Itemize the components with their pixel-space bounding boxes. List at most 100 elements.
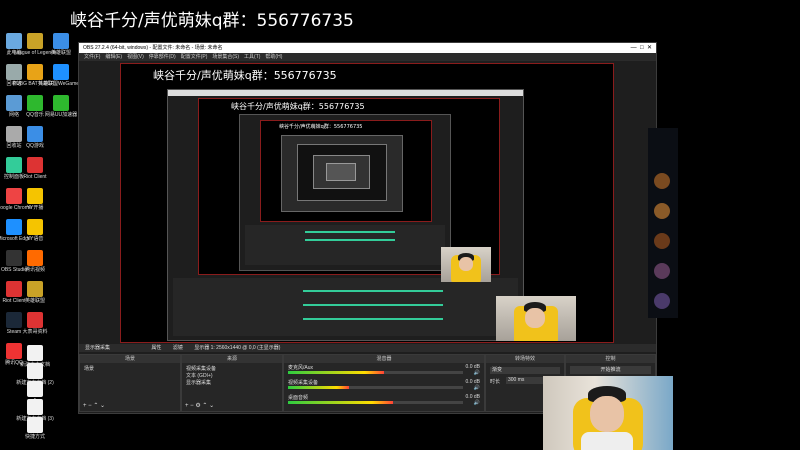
app-icon — [6, 312, 22, 328]
display-label: 显示器 1: 2560x1440 @ 0,0 (主显示器) — [194, 345, 281, 351]
desktop-icon[interactable]: 快捷方式 — [22, 417, 48, 440]
volume-meter — [288, 401, 463, 404]
desktop-icon[interactable]: 英雄联盟 — [48, 33, 74, 56]
mixer-channel-name: 麦克风/Aux — [288, 365, 314, 371]
desktop-icon-label: 网络 — [8, 112, 19, 118]
volume-meter — [288, 371, 463, 374]
desktop-icon[interactable]: YY开播 — [22, 188, 48, 211]
sources-header: 来源 — [182, 355, 282, 363]
file-icon — [27, 345, 43, 361]
menu-item[interactable]: 配置文件(P) — [181, 54, 208, 60]
source-name: 显示器采集 — [85, 345, 111, 351]
desktop-icon[interactable]: 英雄联盟WeGame版 — [38, 64, 84, 87]
mixer-channel-name: 桌面音频 — [288, 395, 309, 401]
app-icon — [6, 64, 22, 80]
app-icon — [6, 95, 22, 111]
desktop-icon-label: 回收站 — [6, 143, 22, 149]
desktop-icon[interactable]: Riot Client — [22, 157, 48, 180]
game-client-strip — [648, 128, 678, 318]
file-icon — [27, 363, 43, 379]
desktop-icon[interactable]: League of Legends — [14, 33, 56, 56]
app-icon — [6, 126, 22, 142]
desktop-icon[interactable]: 网易UU加速器 — [45, 95, 77, 118]
filters-button[interactable]: 滤镜 — [173, 345, 183, 351]
mixer-header: 混音器 — [284, 355, 484, 363]
desktop-icon-label: QQ音乐 — [26, 112, 44, 118]
menu-item[interactable]: 工具(T) — [244, 54, 260, 60]
file-icon — [27, 381, 43, 397]
overlay-title: 峡谷千分/声优萌妹q群：556776735 — [70, 11, 354, 31]
transition-select[interactable]: 渐变 — [490, 367, 560, 374]
app-icon — [27, 157, 43, 173]
desktop-icon-label: QQ游戏 — [26, 143, 44, 149]
menu-item[interactable]: 文件(F) — [84, 54, 100, 60]
desktop-icon-label: 英雄联盟 — [50, 50, 71, 56]
desktop-icon-label: 大表哥资料 — [22, 329, 48, 335]
mixer-channel-name: 视频采集设备 — [288, 380, 319, 386]
obs-window[interactable]: OBS 27.2.4 (64-bit, windows) - 配置文件: 未命名… — [78, 42, 657, 414]
source-controls[interactable]: + − ⚙ ⌃ ⌄ — [185, 402, 214, 409]
webcam-overlay-1 — [496, 296, 576, 341]
scene-item[interactable]: 场景 — [84, 365, 176, 372]
volume-meter-fill — [288, 401, 393, 404]
sources-panel: 来源 视频采集设备 文本 (GDI+) 显示器采集 + − ⚙ ⌃ ⌄ — [181, 354, 283, 412]
desktop-icon-label: Steam — [6, 329, 22, 335]
preview-title-3: 峡谷千分/声优萌妹q群：556776735 — [279, 124, 363, 130]
app-icon — [6, 250, 22, 266]
speaker-icon[interactable]: 🔊 — [474, 370, 480, 376]
source-item[interactable]: 显示器采集 — [186, 379, 278, 386]
desktop-icon-label: 快捷方式 — [24, 434, 45, 440]
menu-item[interactable]: 帮助(H) — [265, 54, 282, 60]
volume-meter-fill — [288, 371, 385, 374]
file-icon — [27, 417, 43, 433]
duration-label: 时长 — [490, 379, 501, 385]
menu-item[interactable]: 停靠部件(D) — [149, 54, 176, 60]
app-icon — [6, 33, 22, 49]
desktop-icon[interactable]: 大表哥资料 — [22, 312, 48, 335]
app-icon — [27, 95, 43, 111]
duration-input[interactable]: 300 ms — [506, 377, 548, 384]
scenes-panel: 场景 场景 + − ⌃ ⌄ — [79, 354, 181, 412]
file-icon — [27, 399, 43, 415]
source-item[interactable]: 文本 (GDI+) — [186, 372, 278, 379]
preview-title-2: 峡谷千分/声优萌妹q群：556776735 — [231, 102, 365, 111]
desktop-icon[interactable]: 腾讯视频 — [22, 250, 48, 273]
app-icon — [27, 64, 43, 80]
menu-item[interactable]: 视图(V) — [127, 54, 144, 60]
mixer-channel: 桌面音频 0.0 dB 🔊 — [284, 393, 484, 408]
obs-menubar: 文件(F) 编辑(E) 视图(V) 停靠部件(D) 配置文件(P) 场景集合(S) 工具(T… — [79, 53, 656, 61]
app-icon — [27, 250, 43, 266]
scenes-header: 场景 — [80, 355, 180, 363]
app-icon — [6, 281, 22, 297]
scene-controls[interactable]: + − ⌃ ⌄ — [83, 402, 105, 409]
obs-title: OBS 27.2.4 (64-bit, windows) - 配置文件: 未命名… — [83, 45, 223, 51]
app-icon — [6, 157, 22, 173]
volume-meter — [288, 386, 463, 389]
desktop-icon-label: 腾讯视频 — [24, 267, 45, 273]
window-controls[interactable]: — □ ✕ — [631, 43, 652, 53]
app-icon — [6, 219, 22, 235]
desktop-icon-label: 控制面板 — [3, 174, 24, 180]
speaker-icon[interactable]: 🔊 — [474, 385, 480, 391]
mixer-panel: 混音器 麦克风/Aux 0.0 dB 🔊 视频采集设备 0.0 dB 🔊 桌面音频 0.0 d… — [283, 354, 485, 412]
desktop-icon[interactable]: 英雄联盟 — [22, 281, 48, 304]
app-icon — [6, 188, 22, 204]
app-icon — [6, 343, 22, 359]
nested-preview-1: 峡谷千分/声优萌妹q群：556776735 峡谷千分/声优萌妹q群：556776… — [167, 89, 524, 341]
desktop-icon[interactable]: QQ游戏 — [22, 126, 48, 149]
desktop-icon-label: 英雄联盟 — [24, 298, 45, 304]
webcam-overlay-2 — [441, 247, 491, 282]
source-item[interactable]: 视频采集设备 — [186, 365, 278, 372]
volume-meter-fill — [288, 386, 350, 389]
app-icon — [27, 126, 43, 142]
speaker-icon[interactable]: 🔊 — [474, 400, 480, 406]
app-icon — [27, 188, 43, 204]
properties-button[interactable]: 属性 — [151, 345, 161, 351]
menu-item[interactable]: 场景集合(S) — [212, 54, 239, 60]
desktop-icon-label: YY语音 — [26, 236, 44, 242]
menu-item[interactable]: 编辑(E) — [105, 54, 122, 60]
obs-preview[interactable]: 峡谷千分/声优萌妹q群：556776735 峡谷千分/声优萌妹q群：556776… — [120, 63, 614, 343]
obs-titlebar[interactable]: OBS 27.2.4 (64-bit, windows) - 配置文件: 未命名… — [79, 43, 656, 53]
start-streaming-button[interactable]: 开始推流 — [570, 366, 651, 374]
desktop-icon[interactable]: YY语音 — [22, 219, 48, 242]
